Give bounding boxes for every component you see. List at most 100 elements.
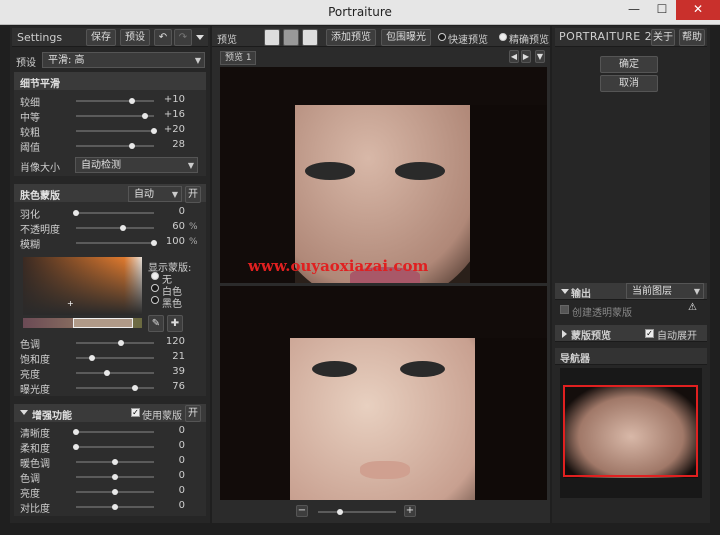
mask-label: 模糊 bbox=[20, 240, 40, 251]
preset-select[interactable]: 平滑: 高 ▼ bbox=[42, 52, 205, 68]
zoom-thumb[interactable] bbox=[337, 509, 343, 515]
detail-slider[interactable] bbox=[76, 98, 154, 104]
preset-button[interactable]: 预设 bbox=[120, 29, 150, 46]
preview-label: 预览 bbox=[217, 35, 237, 46]
cancel-button[interactable]: 取消 bbox=[600, 75, 658, 92]
tone-slider[interactable] bbox=[76, 370, 154, 376]
enhance-thumb[interactable] bbox=[112, 489, 118, 495]
auto-expand-checkbox[interactable]: ✓ bbox=[645, 329, 654, 338]
mask-slider[interactable] bbox=[76, 225, 154, 231]
split-horizontal-icon[interactable] bbox=[283, 29, 299, 46]
detail-thumb[interactable] bbox=[129, 143, 135, 149]
enhance-slider[interactable] bbox=[76, 459, 154, 465]
enhance-thumb[interactable] bbox=[112, 504, 118, 510]
output-select[interactable]: 当前图层 ▼ bbox=[626, 283, 704, 299]
expand-icon[interactable] bbox=[562, 330, 567, 338]
eye-left bbox=[312, 361, 357, 377]
hue-range-bar[interactable] bbox=[23, 318, 142, 328]
detail-slider[interactable] bbox=[76, 143, 154, 149]
enhance-thumb[interactable] bbox=[112, 474, 118, 480]
zoom-in-button[interactable]: + bbox=[404, 505, 416, 517]
enhance-slider[interactable] bbox=[73, 429, 154, 435]
enhance-slider[interactable] bbox=[76, 504, 154, 510]
use-mask-checkbox[interactable]: ✓ bbox=[131, 408, 140, 417]
collapse-icon[interactable] bbox=[20, 410, 28, 415]
portrait-size-select[interactable]: 自动检测 ▼ bbox=[75, 157, 198, 173]
tab-preview-1[interactable]: 预览 1 bbox=[220, 51, 256, 65]
minimize-button[interactable]: — bbox=[620, 0, 648, 20]
navigator-view[interactable] bbox=[560, 368, 702, 498]
fast-preview-radio[interactable] bbox=[438, 33, 446, 41]
mask-unit: % bbox=[189, 222, 198, 232]
single-view-icon[interactable] bbox=[264, 29, 280, 46]
detail-label: 阈值 bbox=[20, 143, 40, 154]
tone-thumb[interactable] bbox=[89, 355, 95, 361]
redo-icon[interactable]: ↷ bbox=[174, 29, 192, 46]
tab-next-icon[interactable]: ▶ bbox=[521, 50, 531, 63]
enhance-slider[interactable] bbox=[76, 474, 154, 480]
help-button[interactable]: 帮助 bbox=[679, 29, 705, 46]
eye-left bbox=[305, 162, 355, 180]
tone-thumb[interactable] bbox=[104, 370, 110, 376]
enhance-thumb[interactable] bbox=[73, 429, 79, 435]
mask-radio[interactable] bbox=[151, 296, 159, 304]
mask-slider[interactable] bbox=[76, 240, 157, 246]
undo-icon[interactable]: ↶ bbox=[154, 29, 172, 46]
enhance-value: 0 bbox=[178, 500, 185, 511]
mask-value: 60 bbox=[172, 221, 185, 232]
mask-radio[interactable] bbox=[151, 272, 159, 280]
enhance-label: 暖色调 bbox=[20, 459, 50, 470]
create-mask-label: 创建透明蒙版 bbox=[572, 308, 632, 319]
navigator-frame[interactable] bbox=[563, 385, 698, 477]
detail-slider[interactable] bbox=[76, 113, 154, 119]
about-button[interactable]: 关于 bbox=[651, 29, 675, 46]
close-button[interactable]: ✕ bbox=[676, 0, 720, 20]
ok-button[interactable]: 确定 bbox=[600, 56, 658, 73]
mask-mode-value: 自动 bbox=[134, 189, 154, 200]
mask-thumb[interactable] bbox=[120, 225, 126, 231]
hair-top bbox=[220, 67, 547, 105]
skin-color-picker[interactable]: + bbox=[23, 257, 142, 315]
mask-slider[interactable] bbox=[73, 210, 154, 216]
precise-preview-radio[interactable] bbox=[499, 33, 507, 41]
enhance-thumb[interactable] bbox=[73, 444, 79, 450]
split-vertical-icon[interactable] bbox=[302, 29, 318, 46]
tone-slider[interactable] bbox=[76, 385, 154, 391]
detail-slider[interactable] bbox=[76, 128, 157, 134]
zoom-slider[interactable] bbox=[318, 509, 396, 515]
enhance-thumb[interactable] bbox=[112, 459, 118, 465]
mask-value: 100 bbox=[165, 236, 185, 247]
mask-preview-title: 蒙版预览 bbox=[571, 331, 611, 342]
save-button[interactable]: 保存 bbox=[86, 29, 116, 46]
tab-menu-icon[interactable]: ▼ bbox=[535, 50, 545, 63]
collapse-icon[interactable] bbox=[561, 289, 569, 294]
tone-thumb[interactable] bbox=[132, 385, 138, 391]
add-preview-button[interactable]: 添加预览 bbox=[326, 29, 376, 46]
mask-thumb[interactable] bbox=[73, 210, 79, 216]
mask-mode-select[interactable]: 自动 ▼ bbox=[128, 186, 182, 202]
precise-preview-label: 精确预览 bbox=[509, 35, 549, 46]
bracket-button[interactable]: 包围曝光 bbox=[381, 29, 431, 46]
maximize-button[interactable]: ☐ bbox=[648, 0, 676, 20]
preview-retouched[interactable] bbox=[220, 286, 547, 500]
enhance-label: 柔和度 bbox=[20, 444, 50, 455]
enhance-value: 0 bbox=[178, 455, 185, 466]
mask-radio[interactable] bbox=[151, 284, 159, 292]
tab-prev-icon[interactable]: ◀ bbox=[509, 50, 519, 63]
eyedropper-icon[interactable]: ✎ bbox=[148, 315, 164, 332]
enhance-on-button[interactable]: 开 bbox=[185, 405, 201, 422]
eyedropper-add-icon[interactable]: ✚ bbox=[167, 315, 183, 332]
hue-range-selector[interactable] bbox=[73, 318, 133, 328]
tone-slider[interactable] bbox=[76, 340, 154, 346]
detail-thumb[interactable] bbox=[129, 98, 135, 104]
tone-thumb[interactable] bbox=[118, 340, 124, 346]
preview-original[interactable] bbox=[220, 67, 547, 283]
settings-menu-icon[interactable] bbox=[196, 35, 204, 40]
mask-on-button[interactable]: 开 bbox=[185, 186, 201, 203]
create-mask-checkbox[interactable] bbox=[560, 305, 569, 314]
zoom-out-button[interactable]: − bbox=[296, 505, 308, 517]
enhance-slider[interactable] bbox=[76, 489, 154, 495]
mask-radio-label: 黑色 bbox=[162, 299, 182, 310]
tone-slider[interactable] bbox=[76, 355, 154, 361]
enhance-slider[interactable] bbox=[73, 444, 154, 450]
